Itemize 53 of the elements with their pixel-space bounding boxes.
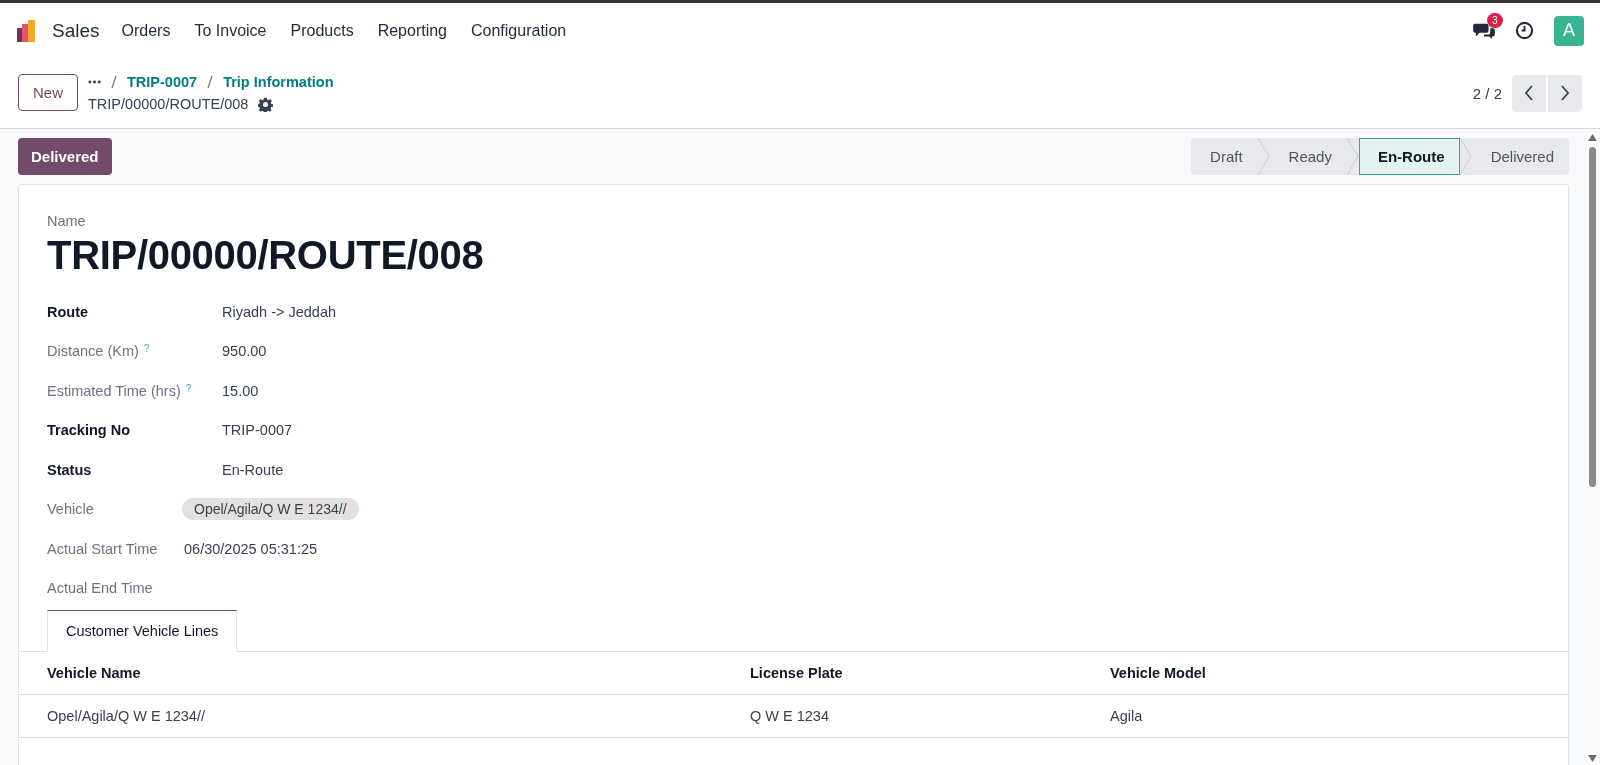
field-label: Actual Start Time — [47, 540, 158, 557]
record-name: TRIP/00000/ROUTE/008 — [88, 96, 249, 112]
menu-item[interactable]: Reporting — [377, 21, 447, 40]
chevron-separator-icon — [1459, 137, 1472, 175]
menu-item[interactable]: Products — [290, 21, 354, 40]
chevron-right-icon — [1560, 85, 1570, 101]
field-label: Estimated Time (hrs) — [47, 382, 181, 399]
app-name[interactable]: Sales — [52, 19, 100, 42]
settings-icon[interactable] — [258, 96, 274, 112]
chevron-separator-icon — [1257, 137, 1270, 175]
table-cell-text: Opel/Agila/Q W E 1234// — [47, 708, 206, 724]
chevron-left-icon — [1524, 85, 1534, 101]
field-value[interactable]: En-Route — [222, 461, 284, 478]
notification-badge: 3 — [1487, 12, 1503, 28]
scroll-up-arrow-icon[interactable] — [1587, 134, 1597, 141]
field-label: Name — [47, 213, 87, 229]
next-button[interactable] — [1548, 74, 1582, 112]
table-cell-text: Q W E 1234 — [750, 708, 830, 724]
field-label: Vehicle — [47, 501, 94, 518]
table-cell: Agila — [1110, 708, 1143, 724]
column-header[interactable]: Vehicle Model — [1110, 665, 1206, 681]
field-label: Tracking No — [47, 422, 130, 439]
vehicle-tag[interactable]: Opel/Agila/Q W E 1234// — [182, 498, 359, 521]
field-label: Route — [47, 303, 89, 320]
field-value[interactable]: TRIP-0007 — [222, 422, 293, 439]
slash-separator-icon — [207, 75, 214, 89]
field-label: Actual End Time — [47, 580, 153, 597]
status-stage[interactable]: En-Route — [1358, 137, 1460, 175]
notebook-tab[interactable]: Customer Vehicle Lines — [47, 610, 238, 652]
slash-separator-icon — [111, 75, 117, 89]
field-value[interactable]: 15.00 — [222, 382, 259, 399]
field-label: Status — [47, 461, 92, 478]
field-label: Distance (Km) — [47, 343, 139, 360]
column-header[interactable]: Vehicle Name — [47, 665, 750, 681]
chevron-separator-icon — [1346, 137, 1359, 175]
clock-icon[interactable] — [1515, 21, 1534, 40]
record-title: TRIP/00000/ROUTE/008 — [47, 233, 485, 278]
scrollbar-thumb[interactable] — [1588, 147, 1596, 487]
breadcrumb-link[interactable]: Trip Information — [223, 74, 334, 90]
breadcrumb-link[interactable]: TRIP-0007 — [127, 74, 198, 90]
menu-item[interactable]: Configuration — [471, 21, 567, 40]
menu-item[interactable]: To Invoice — [194, 21, 267, 40]
new-button[interactable]: New — [18, 73, 78, 111]
menu-item[interactable]: Orders — [121, 21, 171, 40]
delivered-button[interactable]: Delivered — [18, 137, 112, 175]
column-header[interactable]: License Plate — [750, 665, 1110, 681]
field-value[interactable]: Riyadh -> Jeddah — [222, 303, 337, 320]
previous-button[interactable] — [1512, 74, 1546, 112]
more-dots-icon[interactable] — [88, 80, 101, 84]
scroll-down-arrow-icon[interactable] — [1587, 755, 1597, 762]
field-value[interactable]: 950.00 — [222, 343, 267, 360]
pager-value: 2 / 2 — [1472, 84, 1502, 102]
field-value[interactable]: 06/30/2025 05:31:25 — [184, 540, 318, 557]
